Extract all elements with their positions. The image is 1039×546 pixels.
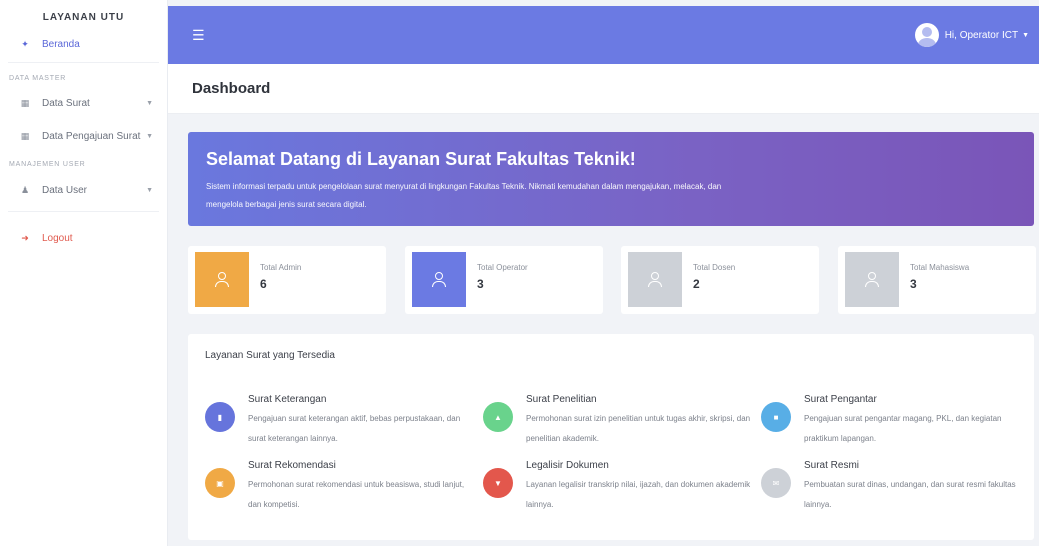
sidebar-item-data-pengajuan-surat[interactable]: ▦ Data Pengajuan Surat ▼ <box>0 117 167 155</box>
services-title: Layanan Surat yang Tersedia <box>205 350 335 361</box>
sidebar-item-label: Data User <box>42 184 88 196</box>
service-surat-penelitian[interactable]: ▲ Surat Penelitian Permohonan surat izin… <box>483 394 753 454</box>
document-icon: ▮ <box>205 402 235 432</box>
chevron-down-icon: ▼ <box>146 186 153 194</box>
stat-value: 6 <box>260 277 267 291</box>
service-name: Surat Resmi <box>804 460 860 471</box>
service-description: Layanan legalisir transkrip nilai, ijaza… <box>526 480 751 509</box>
stat-label: Total Admin <box>260 263 302 272</box>
user-icon <box>215 271 229 288</box>
services-panel: Layanan Surat yang Tersedia ▮ Surat Kete… <box>188 334 1034 540</box>
logout-icon: ➜ <box>21 232 29 243</box>
service-surat-rekomendasi[interactable]: ▣ Surat Rekomendasi Permohonan surat rek… <box>205 460 475 520</box>
service-name: Surat Rekomendasi <box>248 460 336 471</box>
user-greeting: Hi, Operator ICT <box>944 29 1019 41</box>
home-icon: ✦ <box>21 38 29 49</box>
service-name: Legalisir Dokumen <box>526 460 609 471</box>
sidebar-divider <box>8 62 159 63</box>
sidebar-item-data-user[interactable]: ♟ Data User ▼ <box>0 175 167 205</box>
stat-label: Total Mahasiswa <box>910 263 970 272</box>
chevron-down-icon: ▼ <box>146 99 153 107</box>
page-header: Dashboard <box>168 64 1039 114</box>
brand-title: LAYANAN UTU <box>42 12 125 23</box>
sidebar: LAYANAN UTU ✦ Beranda DATA MASTER ▦ Data… <box>0 0 168 546</box>
stat-card-admin: Total Admin 6 <box>188 246 386 314</box>
briefcase-icon: ■ <box>761 402 791 432</box>
service-surat-resmi[interactable]: ✉ Surat Resmi Pembuatan surat dinas, und… <box>761 460 1031 520</box>
service-description: Permohonan surat izin penelitian untuk t… <box>526 414 751 443</box>
sidebar-item-label: Logout <box>42 232 73 244</box>
stat-card-operator: Total Operator 3 <box>405 246 603 314</box>
sidebar-item-logout[interactable]: ➜ Logout <box>0 226 167 250</box>
service-name: Surat Penelitian <box>526 394 597 405</box>
stat-value: 3 <box>477 277 484 291</box>
user-icon: ♟ <box>20 184 30 195</box>
grid-icon: ▦ <box>20 130 30 141</box>
avatar <box>914 23 939 47</box>
stat-icon-box <box>628 252 682 307</box>
envelope-icon: ✉ <box>761 468 791 498</box>
user-menu[interactable]: Hi, Operator ICT ▼ <box>914 23 1029 47</box>
service-name: Surat Pengantar <box>804 394 877 405</box>
grid-icon: ▦ <box>20 97 30 108</box>
user-icon <box>648 271 662 288</box>
topbar: ☰ Hi, Operator ICT ▼ <box>168 6 1039 64</box>
sidebar-divider <box>8 211 159 212</box>
user-icon <box>432 271 446 288</box>
service-name: Surat Keterangan <box>248 394 327 405</box>
service-surat-keterangan[interactable]: ▮ Surat Keterangan Pengajuan surat keter… <box>205 394 475 454</box>
stat-label: Total Dosen <box>693 263 736 272</box>
stat-icon-box <box>845 252 899 307</box>
sidebar-item-label: Data Pengajuan Surat <box>42 130 141 142</box>
stamp-icon: ▼ <box>483 468 513 498</box>
sidebar-section-data-master: DATA MASTER <box>9 75 67 82</box>
service-description: Pengajuan surat pengantar magang, PKL, d… <box>804 414 1002 443</box>
chevron-down-icon: ▼ <box>1022 31 1029 39</box>
user-icon <box>865 271 879 288</box>
welcome-banner: Selamat Datang di Layanan Surat Fakultas… <box>188 132 1034 226</box>
certificate-icon: ▣ <box>205 468 235 498</box>
welcome-title: Selamat Datang di Layanan Surat Fakultas… <box>206 149 636 169</box>
service-description: Permohonan surat rekomendasi untuk beasi… <box>248 480 465 509</box>
sidebar-item-data-surat[interactable]: ▦ Data Surat ▼ <box>0 89 167 117</box>
stat-card-mahasiswa: Total Mahasiswa 3 <box>838 246 1036 314</box>
chevron-down-icon: ▼ <box>146 132 153 140</box>
stat-card-dosen: Total Dosen 2 <box>621 246 819 314</box>
graduation-cap-icon: ▲ <box>483 402 513 432</box>
stat-value: 3 <box>910 277 917 291</box>
service-description: Pengajuan surat keterangan aktif, bebas … <box>248 414 461 443</box>
service-surat-pengantar[interactable]: ■ Surat Pengantar Pengajuan surat pengan… <box>761 394 1031 454</box>
stat-value: 2 <box>693 277 700 291</box>
stat-icon-box <box>412 252 466 307</box>
welcome-text: Sistem informasi terpadu untuk pengelola… <box>206 182 722 209</box>
page-title: Dashboard <box>192 80 271 97</box>
hamburger-icon[interactable]: ☰ <box>192 27 205 44</box>
service-legalisir-dokumen[interactable]: ▼ Legalisir Dokumen Layanan legalisir tr… <box>483 460 753 520</box>
sidebar-section-manajemen-user: MANAJEMEN USER <box>9 161 86 168</box>
stat-label: Total Operator <box>477 263 528 272</box>
sidebar-item-beranda[interactable]: ✦ Beranda <box>0 32 167 56</box>
sidebar-item-label: Data Surat <box>42 97 90 109</box>
sidebar-item-label: Beranda <box>42 38 80 50</box>
stat-icon-box <box>195 252 249 307</box>
service-description: Pembuatan surat dinas, undangan, dan sur… <box>804 480 1016 509</box>
